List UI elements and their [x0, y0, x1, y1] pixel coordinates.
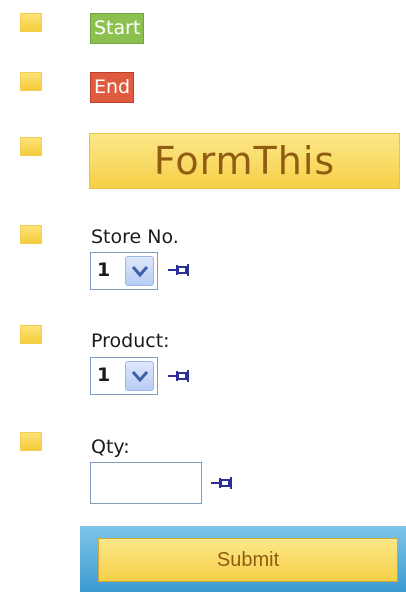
store-no-value: 1 [97, 259, 111, 281]
pin-icon[interactable] [168, 369, 192, 383]
row-bullet-icon [20, 72, 42, 91]
end-marker[interactable]: End [90, 72, 135, 103]
row-bullet-icon [20, 13, 42, 32]
row-bullet-icon [20, 432, 42, 451]
store-no-label: Store No. [91, 226, 179, 248]
product-value: 1 [97, 364, 111, 386]
row-bullet-icon [20, 325, 42, 344]
start-marker[interactable]: Start [90, 13, 145, 44]
row-bullet-icon [20, 137, 42, 156]
qty-label: Qty: [91, 436, 130, 458]
form-title: FormThis [89, 133, 400, 189]
product-select[interactable]: 1 [90, 357, 158, 395]
chevron-down-icon[interactable] [125, 256, 154, 286]
pin-icon[interactable] [168, 263, 192, 277]
product-label: Product: [91, 330, 170, 352]
qty-input[interactable] [90, 462, 202, 504]
store-no-select[interactable]: 1 [90, 252, 158, 290]
row-bullet-icon [20, 225, 42, 244]
chevron-down-icon[interactable] [125, 361, 154, 391]
submit-button[interactable]: Submit [98, 538, 398, 582]
pin-icon[interactable] [211, 476, 235, 490]
